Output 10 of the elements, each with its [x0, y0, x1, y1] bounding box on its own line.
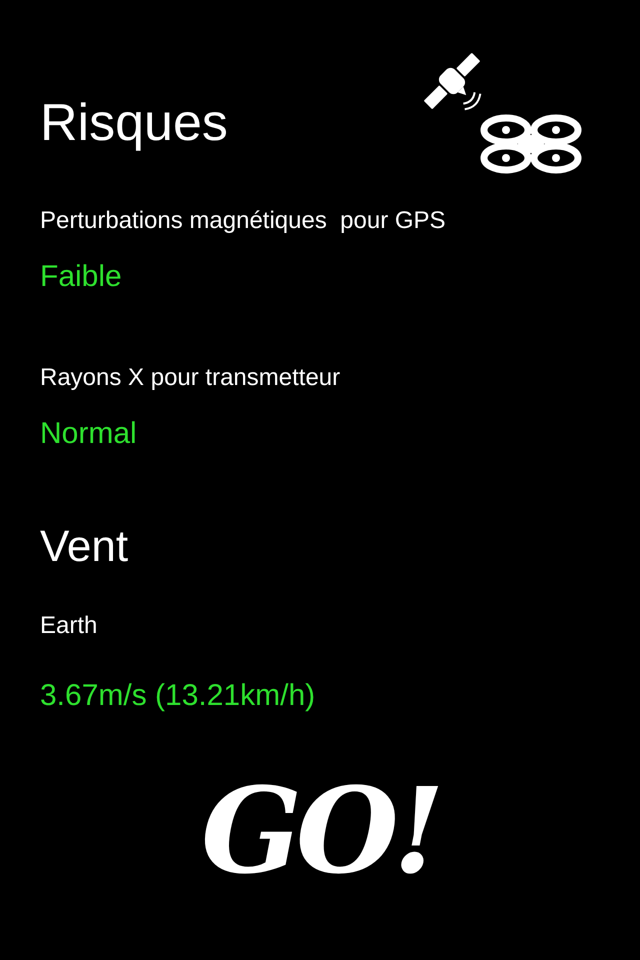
status-value: Normal — [40, 417, 137, 451]
go-button[interactable]: GO! — [201, 771, 439, 891]
risk-label: Perturbations magnétiques pour GPS — [40, 207, 446, 235]
status-value: 3.67m/s (13.21km/h) — [40, 679, 316, 713]
section-title: Risques — [40, 96, 228, 154]
risk-label: Rayons X pour transmetteur — [40, 364, 340, 392]
section-title: Vent — [40, 521, 128, 573]
status-value: Faible — [40, 260, 122, 294]
drone-icon — [478, 113, 584, 175]
risk-label: Earth — [40, 612, 98, 640]
